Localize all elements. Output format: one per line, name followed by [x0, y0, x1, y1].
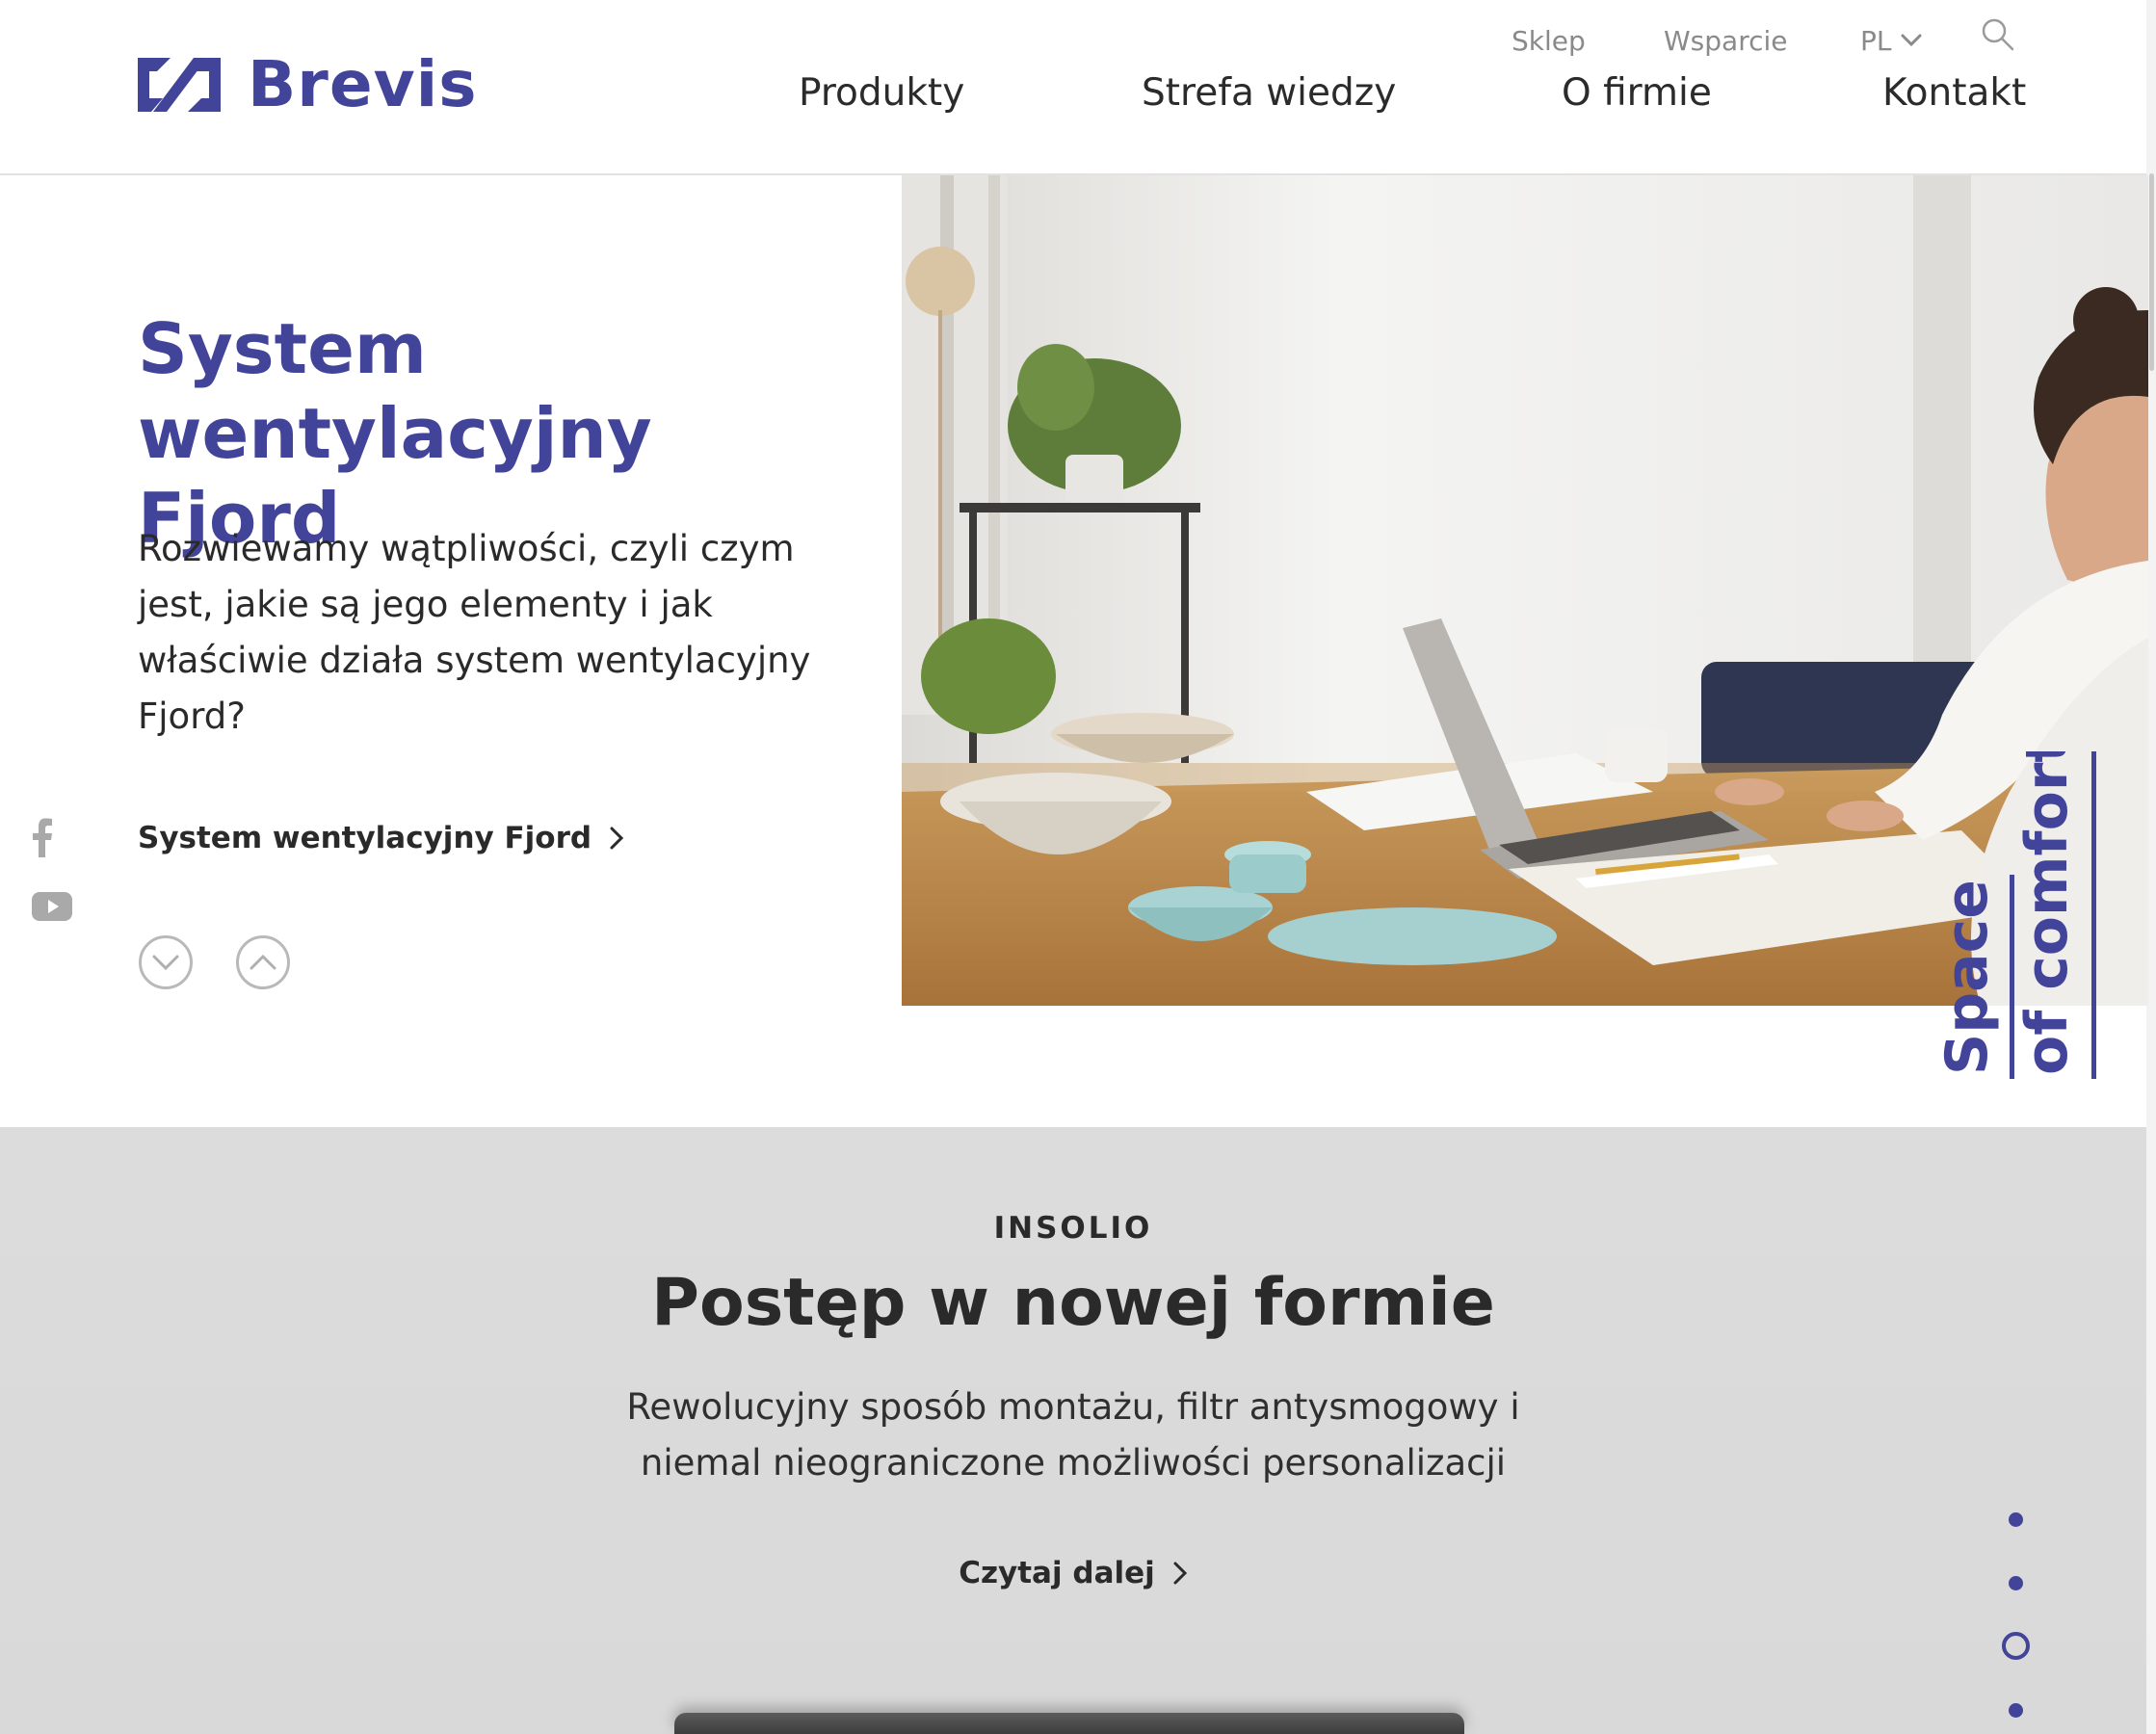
section-description: Rewolucyjny sposób montażu, filtr antysm… — [592, 1379, 1555, 1491]
pagination-dot-2[interactable] — [2009, 1576, 2023, 1590]
section-description-line-2: niemal nieograniczone możliwości persona… — [640, 1442, 1507, 1484]
chevron-right-icon — [1173, 1562, 1187, 1585]
brevis-logo-mark-icon — [138, 58, 221, 112]
tagline-rule-1 — [2010, 875, 2014, 1079]
slide-up-button[interactable] — [236, 935, 290, 989]
nav-item-produkty[interactable]: Produkty — [799, 69, 964, 118]
shop-link[interactable]: Sklep — [1512, 21, 1586, 60]
tagline-line-1: Space — [1936, 880, 2001, 1075]
nav-item-strefa-wiedzy[interactable]: Strefa wiedzy — [1142, 69, 1396, 118]
section-title: Postęp w nowej formie — [651, 1265, 1495, 1341]
hero-description: Rozwiewamy wątpliwości, czyli czym jest,… — [138, 528, 811, 737]
read-more-label: Czytaj dalej — [959, 1556, 1155, 1590]
language-selector[interactable]: PL — [1860, 21, 1922, 60]
chevron-down-icon — [152, 955, 179, 971]
pagination-dot-4[interactable] — [2009, 1703, 2023, 1718]
pagination-dot-3-active[interactable] — [2002, 1632, 2030, 1660]
support-link[interactable]: Wsparcie — [1664, 21, 1788, 60]
youtube-icon[interactable] — [32, 892, 72, 921]
chevron-down-icon — [1901, 34, 1922, 47]
tagline-rule-2 — [2091, 751, 2096, 1079]
tagline-line-2: of comfort — [2013, 751, 2081, 1075]
scrollbar-thumb[interactable] — [2149, 173, 2154, 371]
hero-title-line-1: System wentylacyjny — [138, 308, 652, 474]
section-eyebrow: INSOLIO — [993, 1211, 1153, 1246]
site-header: Brevis Sklep Wsparcie PL Produkty Strefa… — [0, 0, 2146, 175]
hero-link-label: System wentylacyjny Fjord — [138, 821, 592, 855]
brand-name: Brevis — [248, 47, 478, 121]
chevron-up-icon — [250, 954, 276, 970]
facebook-icon[interactable] — [32, 817, 53, 857]
pagination-dot-1[interactable] — [2009, 1512, 2023, 1527]
language-code: PL — [1860, 24, 1892, 57]
brevis-logo[interactable]: Brevis — [138, 47, 478, 121]
chevron-right-icon — [610, 827, 624, 850]
nav-item-kontakt[interactable]: Kontakt — [1882, 69, 2026, 118]
search-icon[interactable] — [1981, 17, 2015, 52]
read-more-link[interactable]: Czytaj dalej — [0, 1556, 2146, 1590]
product-image-edge — [674, 1713, 1464, 1734]
slide-down-button[interactable] — [139, 935, 193, 989]
section-description-line-1: Rewolucyjny sposób montażu, filtr antysm… — [626, 1386, 1520, 1428]
nav-item-o-firmie[interactable]: O firmie — [1562, 69, 1712, 118]
space-of-comfort-tagline: Space of comfort — [1936, 751, 2096, 1079]
hero-read-more-link[interactable]: System wentylacyjny Fjord — [138, 821, 624, 855]
